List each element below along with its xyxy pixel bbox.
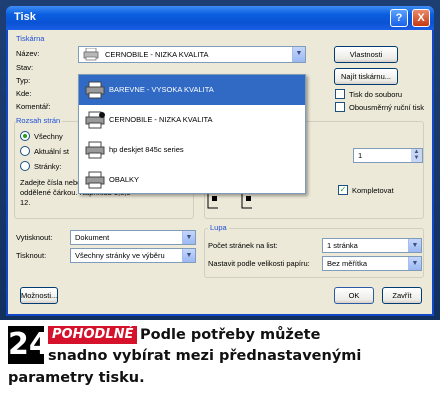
print-value: Všechny stránky ve výběru [75, 251, 165, 260]
print-what-value: Dokument [75, 233, 110, 242]
pages-per-sheet-value: 1 stránka [327, 241, 358, 250]
pages-radio[interactable] [20, 161, 30, 171]
dropdown-item-label: OBALKY [109, 175, 140, 184]
copies-count-value: 1 [358, 151, 363, 160]
dropdown-item[interactable]: OBALKY [79, 165, 305, 195]
scale-to-paper-label: Nastavit podle velikosti papíru: [208, 259, 310, 268]
caption-line-3: parametry tisku. [8, 370, 145, 386]
duplex-checkbox[interactable] [335, 102, 345, 112]
pages-per-sheet-select[interactable]: 1 stránka ▼ [322, 238, 422, 253]
print-what-label: Vytisknout: [16, 233, 53, 242]
close-window-button[interactable]: X [412, 9, 430, 27]
caption-line-2: snadno vybírat mezi přednastavenými [48, 348, 362, 364]
print-to-file-checkbox[interactable] [335, 89, 345, 99]
dropdown-item-label: hp deskjet 845c series [109, 145, 184, 154]
ok-button[interactable]: OK [334, 287, 374, 304]
printer-dropdown-list: BAREVNE - VYSOKA KVALITA CERNOBILE - NIZ… [78, 74, 306, 194]
printer-type-label: Typ: [16, 76, 31, 85]
pages-per-sheet-label: Počet stránek na list: [208, 241, 278, 250]
page-range-title: Rozsah strán [16, 116, 63, 125]
all-pages-radio[interactable] [20, 131, 30, 141]
chevron-down-icon[interactable]: ▼ [408, 257, 421, 270]
printer-group-title: Tiskárna [16, 34, 45, 43]
printer-icon [85, 171, 105, 189]
caption-line-1: Podle potřeby můžete [140, 327, 321, 343]
copies-count-spinner[interactable]: 1 ▲ ▼ [353, 148, 423, 163]
printer-name-label: Název: [16, 49, 40, 58]
printer-icon [85, 141, 105, 159]
dropdown-item-label: BAREVNE - VYSOKA KVALITA [109, 85, 214, 94]
help-button[interactable]: ? [390, 9, 408, 27]
print-label: Tisknout: [16, 251, 47, 260]
properties-button[interactable]: Vlastnosti [334, 46, 398, 63]
cancel-button[interactable]: Zavřít [382, 287, 422, 304]
printer-status-label: Stav: [16, 63, 34, 72]
window-title: Tisk [14, 11, 36, 23]
default-printer-icon [85, 111, 105, 129]
scale-to-paper-select[interactable]: Bez měřítka ▼ [322, 256, 422, 271]
collate-label: Kompletovat [352, 186, 394, 195]
printer-where-label: Kde: [16, 89, 32, 98]
all-pages-label: Všechny [34, 132, 63, 141]
spinner-arrows-icon[interactable]: ▲ ▼ [411, 149, 422, 162]
chevron-down-icon[interactable]: ▼ [408, 239, 421, 252]
caption-number: 24 [8, 326, 50, 364]
duplex-label: Obousměrný ruční tisk [349, 103, 425, 112]
title-bar: Tisk ? X [6, 6, 434, 30]
printer-name-select[interactable]: CERNOBILE - NIZKA KVALITA ▼ [78, 46, 306, 63]
print-to-file-label: Tisk do souboru [349, 90, 403, 99]
options-button[interactable]: Možnosti... [20, 287, 58, 304]
find-printer-button[interactable]: Najít tiskárnu... [334, 68, 398, 85]
caption-tag: POHODLNÉ [48, 326, 138, 344]
printer-icon [85, 81, 105, 99]
dropdown-item[interactable]: BAREVNE - VYSOKA KVALITA [79, 75, 305, 105]
current-page-label: Aktuální st [34, 147, 70, 156]
scale-to-paper-value: Bez měřítka [327, 259, 368, 268]
zoom-title: Lupa [208, 223, 229, 232]
chevron-down-icon[interactable]: ▼ [292, 47, 305, 62]
dropdown-item-label: CERNOBILE - NIZKA KVALITA [109, 115, 213, 124]
selected-printer-text: CERNOBILE - NIZKA KVALITA [105, 50, 209, 59]
chevron-down-icon[interactable]: ▼ [182, 231, 195, 244]
chevron-down-icon[interactable]: ▼ [182, 249, 195, 262]
print-select[interactable]: Všechny stránky ve výběru ▼ [70, 248, 196, 263]
printer-icon [83, 48, 99, 61]
dropdown-item[interactable]: hp deskjet 845c series [79, 135, 305, 165]
print-dialog: Tisk ? X Tiskárna Název: Stav: Typ: Kde:… [6, 6, 434, 316]
dropdown-item[interactable]: CERNOBILE - NIZKA KVALITA [79, 105, 305, 135]
pages-label: Stránky: [34, 162, 62, 171]
current-page-radio[interactable] [20, 146, 30, 156]
collate-checkbox[interactable]: ✓ [338, 185, 348, 195]
print-what-select[interactable]: Dokument ▼ [70, 230, 196, 245]
printer-comment-label: Komentář: [16, 102, 51, 111]
